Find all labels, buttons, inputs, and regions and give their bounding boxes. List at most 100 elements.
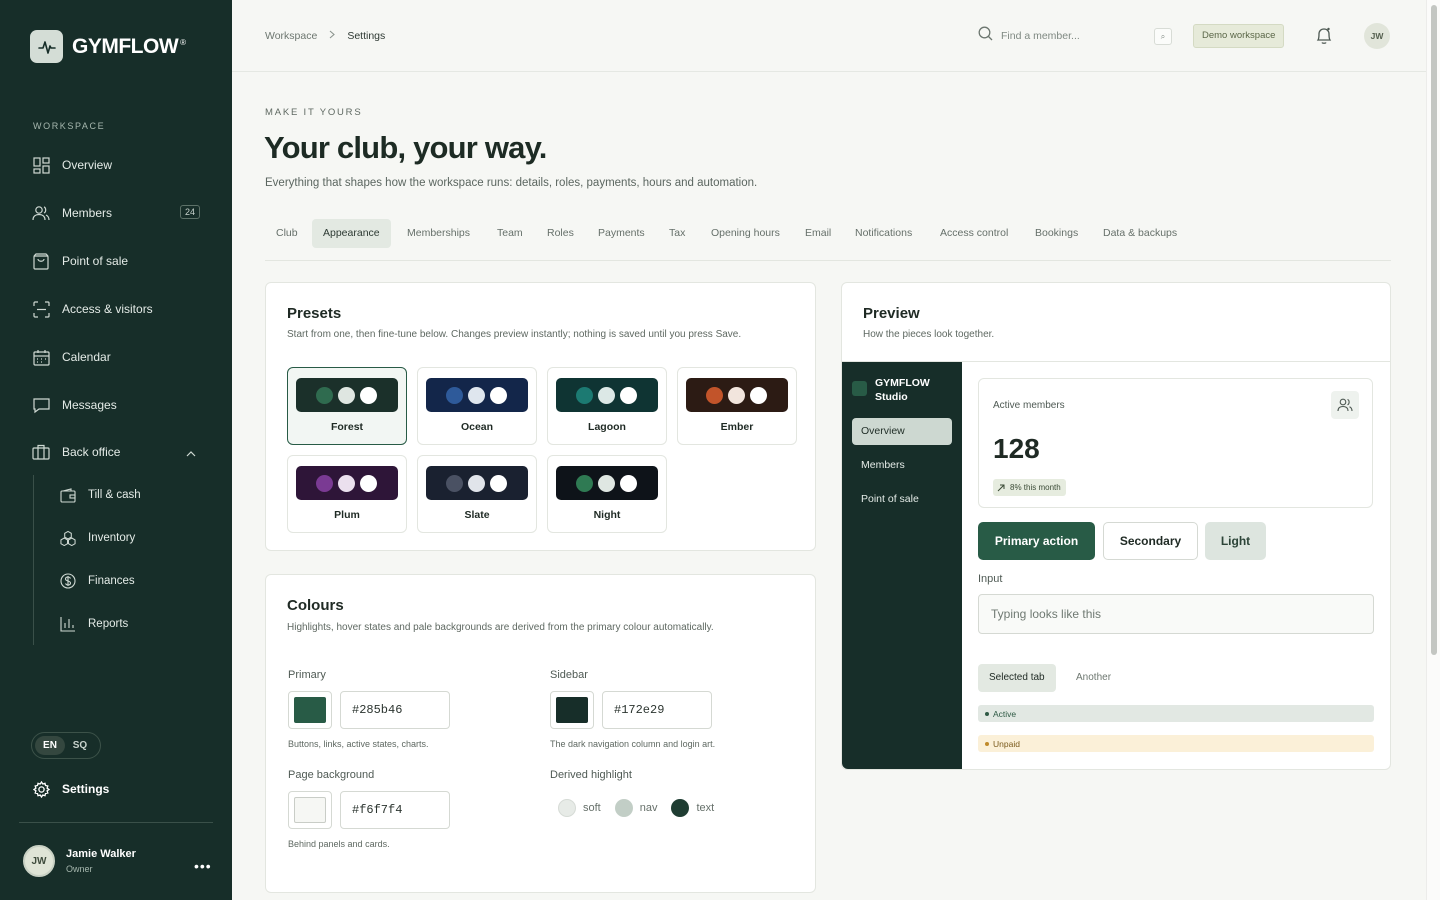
- tab-bookings[interactable]: Bookings: [1024, 219, 1089, 248]
- tab-access-control[interactable]: Access control: [929, 219, 1019, 248]
- sidebar-item-point-of-sale[interactable]: Point of sale: [32, 247, 202, 275]
- stat-trend-badge: 8% this month: [993, 479, 1066, 496]
- sidebar-item-label: Point of sale: [62, 254, 129, 268]
- preview-tab-another[interactable]: Another: [1065, 664, 1122, 692]
- sidebar-item-back-office[interactable]: Back office: [32, 438, 202, 466]
- preset-accent-dot: [446, 386, 463, 404]
- preset-label: Plum: [334, 509, 360, 521]
- secondary-button[interactable]: Secondary: [1103, 522, 1198, 560]
- sidebar-hex-input[interactable]: [602, 691, 712, 729]
- sidebar-item-calendar[interactable]: Calendar: [32, 343, 202, 371]
- scrollbar-thumb[interactable]: [1431, 5, 1437, 655]
- demo-workspace-badge[interactable]: Demo workspace: [1193, 24, 1285, 48]
- sidebar-item-overview[interactable]: Overview: [32, 151, 202, 179]
- tab-email[interactable]: Email: [794, 219, 842, 248]
- page-bg-help: Behind panels and cards.: [288, 839, 390, 849]
- preset-light-dot: [360, 474, 377, 492]
- page-bg-swatch: [294, 797, 326, 823]
- status-dot: [985, 711, 989, 716]
- page-bg-color-picker[interactable]: [288, 791, 332, 829]
- page-scrollbar[interactable]: [1426, 0, 1440, 900]
- brand-reg: ®: [180, 38, 187, 47]
- sidebar-item-members[interactable]: Members 24: [32, 199, 202, 227]
- bell-icon[interactable]: [1315, 26, 1333, 50]
- sidebar-subitem-reports[interactable]: Reports: [60, 612, 128, 636]
- status-label: Unpaid: [993, 738, 1020, 749]
- sidebar-item-messages[interactable]: Messages: [32, 391, 202, 419]
- preset-slate[interactable]: Slate: [417, 455, 537, 533]
- primary-action-button[interactable]: Primary action: [978, 522, 1095, 560]
- preview-nav-members[interactable]: Members: [852, 452, 952, 479]
- sidebar-help: The dark navigation column and login art…: [550, 739, 716, 749]
- page-bg-label: Page background: [288, 769, 375, 781]
- submenu-guide-line: [33, 475, 34, 645]
- sidebar-color-label: Sidebar: [550, 669, 588, 681]
- tab-tax[interactable]: Tax: [658, 219, 696, 248]
- preset-swatch: [686, 378, 788, 412]
- light-button[interactable]: Light: [1205, 522, 1266, 560]
- preset-plum[interactable]: Plum: [287, 455, 407, 533]
- scan-icon: [32, 300, 50, 318]
- lang-en-option[interactable]: EN: [35, 736, 65, 755]
- sidebar-divider: [19, 822, 213, 823]
- preset-soft-dot: [468, 474, 485, 492]
- page-bg-hex-input[interactable]: [340, 791, 450, 829]
- primary-color-picker[interactable]: [288, 691, 332, 729]
- preset-lagoon[interactable]: Lagoon: [547, 367, 667, 445]
- sidebar: GYMFLOW ® WORKSPACE Overview Members 24 …: [0, 0, 232, 900]
- preview-nav-point-of-sale[interactable]: Point of sale: [852, 486, 952, 513]
- preset-ember[interactable]: Ember: [677, 367, 797, 445]
- tab-notifications[interactable]: Notifications: [844, 219, 923, 248]
- preset-label: Ocean: [460, 421, 494, 433]
- breadcrumb-settings: Settings: [347, 30, 386, 42]
- preset-swatch: [296, 378, 398, 412]
- member-search: [978, 26, 1172, 46]
- preview-nav-overview[interactable]: Overview: [852, 418, 952, 445]
- sidebar-color-picker[interactable]: [550, 691, 594, 729]
- breadcrumb-workspace[interactable]: Workspace: [265, 30, 317, 42]
- chevron-up-icon[interactable]: [186, 446, 196, 460]
- search-input[interactable]: [1001, 30, 1151, 42]
- sidebar-item-settings[interactable]: Settings: [32, 775, 202, 803]
- more-options-icon[interactable]: •••: [194, 858, 212, 874]
- tab-payments[interactable]: Payments: [587, 219, 656, 248]
- sidebar-item-label: Calendar: [62, 350, 111, 364]
- preset-accent-dot: [316, 386, 333, 404]
- tab-roles[interactable]: Roles: [536, 219, 585, 248]
- tab-opening-hours[interactable]: Opening hours: [700, 219, 791, 248]
- preview-input[interactable]: [978, 594, 1374, 634]
- preset-light-dot: [360, 386, 377, 404]
- preview-tab-selected[interactable]: Selected tab: [978, 664, 1056, 692]
- preset-accent-dot: [316, 474, 333, 492]
- user-profile[interactable]: JW Jamie Walker Owner: [23, 845, 136, 877]
- gear-icon: [32, 780, 50, 798]
- preset-ocean[interactable]: Ocean: [417, 367, 537, 445]
- brand-logo[interactable]: GYMFLOW ®: [30, 30, 186, 63]
- sidebar-subitem-till-cash[interactable]: Till & cash: [60, 483, 141, 507]
- shopping-bag-icon: [32, 252, 50, 270]
- primary-hex-input[interactable]: [340, 691, 450, 729]
- derived-nav-label: nav: [639, 802, 658, 814]
- derived-soft-label: soft: [583, 802, 601, 814]
- derived-soft-swatch: [558, 799, 576, 817]
- status-label: Active: [993, 708, 1017, 719]
- preset-light-dot: [490, 474, 507, 492]
- tab-club[interactable]: Club: [265, 219, 309, 248]
- tab-memberships[interactable]: Memberships: [396, 219, 481, 248]
- sidebar-swatch: [556, 697, 588, 723]
- preset-light-dot: [490, 386, 507, 404]
- sidebar-subitem-finances[interactable]: Finances: [60, 569, 135, 593]
- sidebar-subitem-inventory[interactable]: Inventory: [60, 526, 135, 550]
- tab-team[interactable]: Team: [486, 219, 534, 248]
- preview-subtitle: How the pieces look together.: [863, 329, 995, 340]
- tab-data-backups[interactable]: Data & backups: [1092, 219, 1188, 248]
- preset-forest[interactable]: Forest: [287, 367, 407, 445]
- preset-night[interactable]: Night: [547, 455, 667, 533]
- tab-appearance[interactable]: Appearance: [312, 219, 391, 248]
- derived-text-label: text: [696, 802, 715, 814]
- preview-title: Preview: [863, 305, 920, 322]
- lang-sq-option[interactable]: SQ: [65, 736, 95, 755]
- sidebar-item-access-visitors[interactable]: Access & visitors: [32, 295, 202, 323]
- preset-soft-dot: [598, 386, 615, 404]
- avatar[interactable]: JW: [1364, 23, 1390, 49]
